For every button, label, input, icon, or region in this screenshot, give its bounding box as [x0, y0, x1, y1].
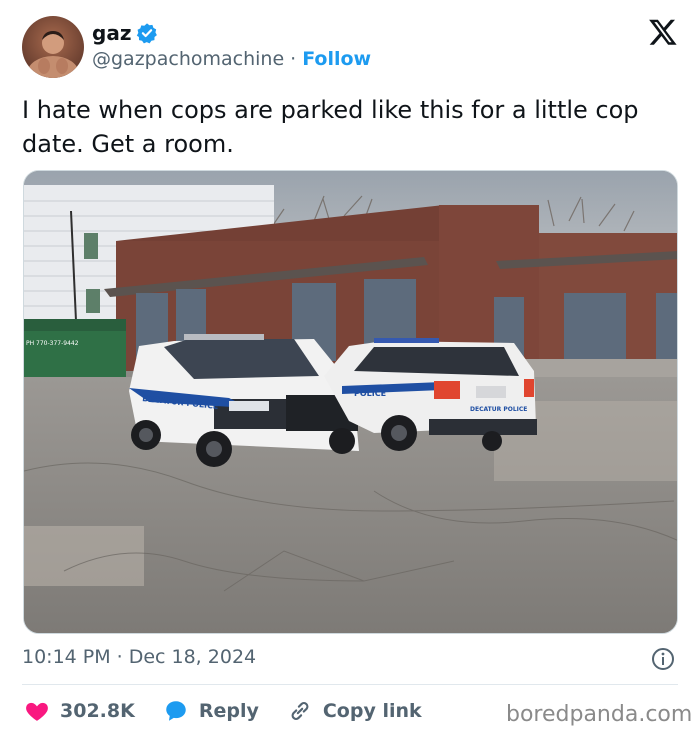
- link-icon: [291, 702, 309, 720]
- tweet-time: 10:14 PM: [22, 646, 111, 668]
- info-icon[interactable]: [651, 647, 675, 671]
- action-bar: 302.8K Reply Copy link: [24, 697, 450, 725]
- car-rear-text: DECATUR POLICE: [470, 406, 527, 413]
- like-button[interactable]: 302.8K: [24, 698, 135, 724]
- x-logo-icon[interactable]: [648, 17, 678, 47]
- display-name[interactable]: gaz: [92, 21, 131, 45]
- car-door-text-right: POLICE: [354, 389, 386, 398]
- timestamp-separator: ·: [116, 646, 123, 668]
- follow-button[interactable]: Follow: [302, 48, 371, 70]
- reply-button[interactable]: Reply: [163, 698, 259, 724]
- divider: [22, 684, 678, 685]
- tweet-photo[interactable]: PH 770-377-9442 DECATUR POLICE POLICE DE…: [23, 170, 678, 634]
- author-name-row[interactable]: gaz: [92, 21, 158, 45]
- reply-label: Reply: [198, 700, 259, 722]
- copy-link-button[interactable]: Copy link: [287, 698, 422, 724]
- tweet-timestamp[interactable]: 10:14 PM · Dec 18, 2024: [22, 646, 256, 668]
- verified-badge-icon: [137, 23, 158, 44]
- heart-icon: [26, 702, 48, 721]
- tweet-card: gaz @gazpachomachine · Follow I hate whe…: [0, 0, 700, 737]
- separator-dot: ·: [290, 48, 297, 70]
- watermark: boredpanda.com: [506, 702, 693, 727]
- copy-link-label: Copy link: [322, 700, 422, 722]
- like-count: 302.8K: [60, 700, 135, 722]
- reply-icon: [166, 701, 186, 721]
- tweet-date: Dec 18, 2024: [128, 646, 257, 668]
- dumpster-text: PH 770-377-9442: [26, 340, 79, 347]
- handle[interactable]: @gazpachomachine: [92, 48, 284, 70]
- tweet-text: I hate when cops are parked like this fo…: [22, 96, 639, 158]
- avatar[interactable]: [22, 16, 84, 78]
- handle-row: @gazpachomachine · Follow: [92, 48, 371, 70]
